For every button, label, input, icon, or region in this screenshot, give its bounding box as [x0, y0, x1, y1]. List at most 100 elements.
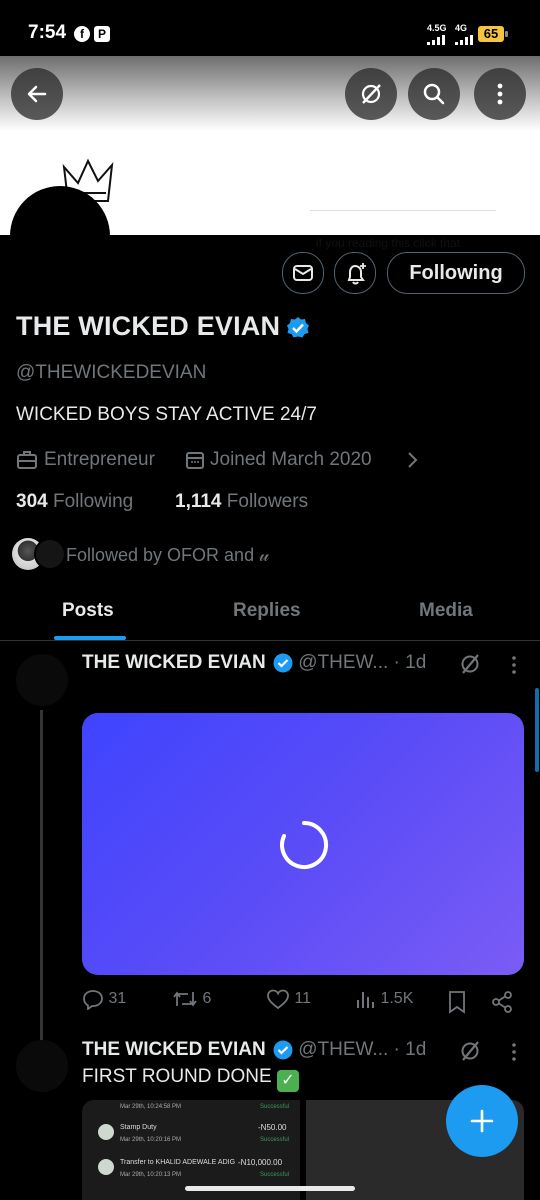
receipt-amount: -N10,000.00: [238, 1158, 283, 1167]
profile-avatar[interactable]: [10, 186, 110, 286]
tab-posts[interactable]: Posts: [62, 600, 114, 622]
follower-avatar-2: [34, 538, 66, 570]
following-label: Following: [52, 491, 134, 512]
more-vertical-icon[interactable]: [506, 654, 522, 676]
tab-replies[interactable]: Replies: [233, 600, 301, 622]
receipt-row: Stamp Duty -N50.00 Mar 29th, 10:20:16 PM…: [88, 1120, 294, 1150]
post-time: · 1d: [393, 652, 427, 673]
back-arrow-icon: [27, 85, 47, 103]
message-button[interactable]: [282, 252, 324, 294]
receipt-row: Transfer to KHALID ADEWALE ADIG -N10,000…: [88, 1155, 294, 1185]
app-notification-icon: P: [94, 26, 110, 42]
heart-icon: [267, 989, 289, 1010]
followers-count: 1,114: [175, 491, 222, 512]
grok-button[interactable]: [345, 68, 397, 120]
tab-media[interactable]: Media: [419, 600, 473, 622]
post-text: FIRST ROUND DONE ✓: [82, 1066, 299, 1092]
more-options-button[interactable]: [474, 68, 526, 120]
receipt-amount: -N50.00: [258, 1123, 287, 1132]
more-vertical-icon: [497, 83, 503, 105]
share-icon[interactable]: [490, 990, 514, 1014]
post-time: · 1d: [393, 1039, 427, 1060]
grok-icon[interactable]: [458, 652, 482, 676]
receipt-status: Successful: [260, 1172, 290, 1178]
post-avatar[interactable]: [16, 1040, 68, 1092]
grok-icon[interactable]: [458, 1039, 482, 1063]
post-author-name[interactable]: THE WICKED EVIAN: [82, 1039, 266, 1060]
more-vertical-icon[interactable]: [506, 1041, 522, 1063]
briefcase-icon: [17, 451, 37, 469]
verified-badge-icon[interactable]: [286, 316, 310, 340]
receipt-date: Mar 29th, 10:20:13 PM: [120, 1172, 182, 1178]
post-header: THE WICKED EVIAN @THEW... · 1d: [82, 652, 426, 674]
receipt-date: Mar 29th, 10:20:16 PM: [120, 1137, 182, 1143]
followers-stat[interactable]: 1,114 Followers: [175, 491, 308, 513]
bell-plus-icon: [347, 263, 366, 285]
post-image-receipt[interactable]: Mar 29th, 10:24:58 PM Successful Stamp D…: [82, 1100, 300, 1200]
status-bar: 7:54 f P 4.5G 4G 65: [0, 0, 540, 60]
views-icon: [357, 992, 374, 1008]
followed-by-text[interactable]: Followed by OFOR and 𝓊: [66, 545, 269, 566]
bookmark-icon[interactable]: [446, 990, 468, 1014]
notifications-button[interactable]: [334, 252, 376, 294]
search-button[interactable]: [408, 68, 460, 120]
following-button[interactable]: Following: [387, 252, 525, 294]
like-action[interactable]: 11: [266, 988, 311, 1010]
reply-action[interactable]: 31: [82, 988, 127, 1011]
plus-icon: [470, 1109, 494, 1133]
mail-icon: [293, 265, 313, 281]
receipt-status: Successful: [260, 1137, 290, 1143]
receipt-title: Stamp Duty: [120, 1124, 157, 1131]
verified-badge-icon: [273, 653, 293, 673]
repost-count: 6: [202, 990, 212, 1008]
following-stat[interactable]: 304 Following: [16, 491, 133, 513]
reply-count: 31: [108, 990, 127, 1008]
banner-text: if you reading this click that: [316, 236, 461, 250]
profile-bio: WICKED BOYS STAY ACTIVE 24/7: [16, 404, 317, 425]
loading-spinner-icon: [280, 820, 329, 869]
scrollbar[interactable]: [535, 688, 539, 772]
post-text-content: FIRST ROUND DONE: [82, 1066, 272, 1087]
post-header: THE WICKED EVIAN @THEW... · 1d: [82, 1039, 426, 1061]
post-avatar[interactable]: [16, 654, 68, 706]
check-mark-icon: ✓: [276, 1070, 299, 1092]
post-author-handle[interactable]: @THEW...: [298, 652, 388, 673]
status-time: 7:54: [28, 22, 67, 43]
gesture-nav-bar[interactable]: [185, 1186, 355, 1191]
compose-post-button[interactable]: [446, 1085, 518, 1157]
post-author-handle[interactable]: @THEW...: [298, 1039, 388, 1060]
followers-label: Followers: [226, 491, 309, 512]
profile-name-text: THE WICKED EVIAN: [16, 311, 281, 341]
profile-joined[interactable]: Joined March 2020: [210, 449, 372, 471]
back-button[interactable]: [11, 68, 63, 120]
banner-divider: [310, 210, 496, 211]
profile-handle: @THEWICKEDEVIAN: [16, 362, 207, 383]
receipt-row-icon: [98, 1159, 114, 1175]
post-author-name[interactable]: THE WICKED EVIAN: [82, 652, 266, 673]
thread-line: [40, 710, 43, 1040]
battery-icon: 65: [478, 26, 508, 42]
post-media[interactable]: [82, 713, 524, 975]
views-action[interactable]: 1.5K: [354, 988, 413, 1010]
tab-divider: [0, 640, 540, 641]
receipt-row-icon: [98, 1124, 114, 1140]
receipt-title: Transfer to KHALID ADEWALE ADIG: [120, 1159, 236, 1166]
profile-category: Entrepreneur: [44, 449, 155, 470]
network-label-2: 4G: [455, 23, 468, 33]
network-signal-icon: 4.5G: [427, 24, 447, 45]
like-count: 11: [294, 990, 312, 1008]
facebook-icon: f: [74, 26, 90, 42]
views-count: 1.5K: [380, 990, 414, 1008]
calendar-icon: [186, 452, 204, 469]
repost-icon: [173, 991, 197, 1007]
receipt-date: Mar 29th, 10:24:58 PM: [120, 1104, 182, 1110]
reply-icon: [83, 990, 103, 1011]
chevron-right-icon[interactable]: [404, 450, 420, 470]
receipt-status: Successful: [260, 1104, 290, 1110]
repost-action[interactable]: 6: [172, 988, 211, 1010]
network-label-1: 4.5G: [427, 23, 447, 33]
network-signal-icon-2: 4G: [455, 24, 473, 45]
grok-icon: [361, 84, 381, 104]
following-count: 304: [16, 491, 48, 512]
search-icon: [423, 83, 445, 105]
